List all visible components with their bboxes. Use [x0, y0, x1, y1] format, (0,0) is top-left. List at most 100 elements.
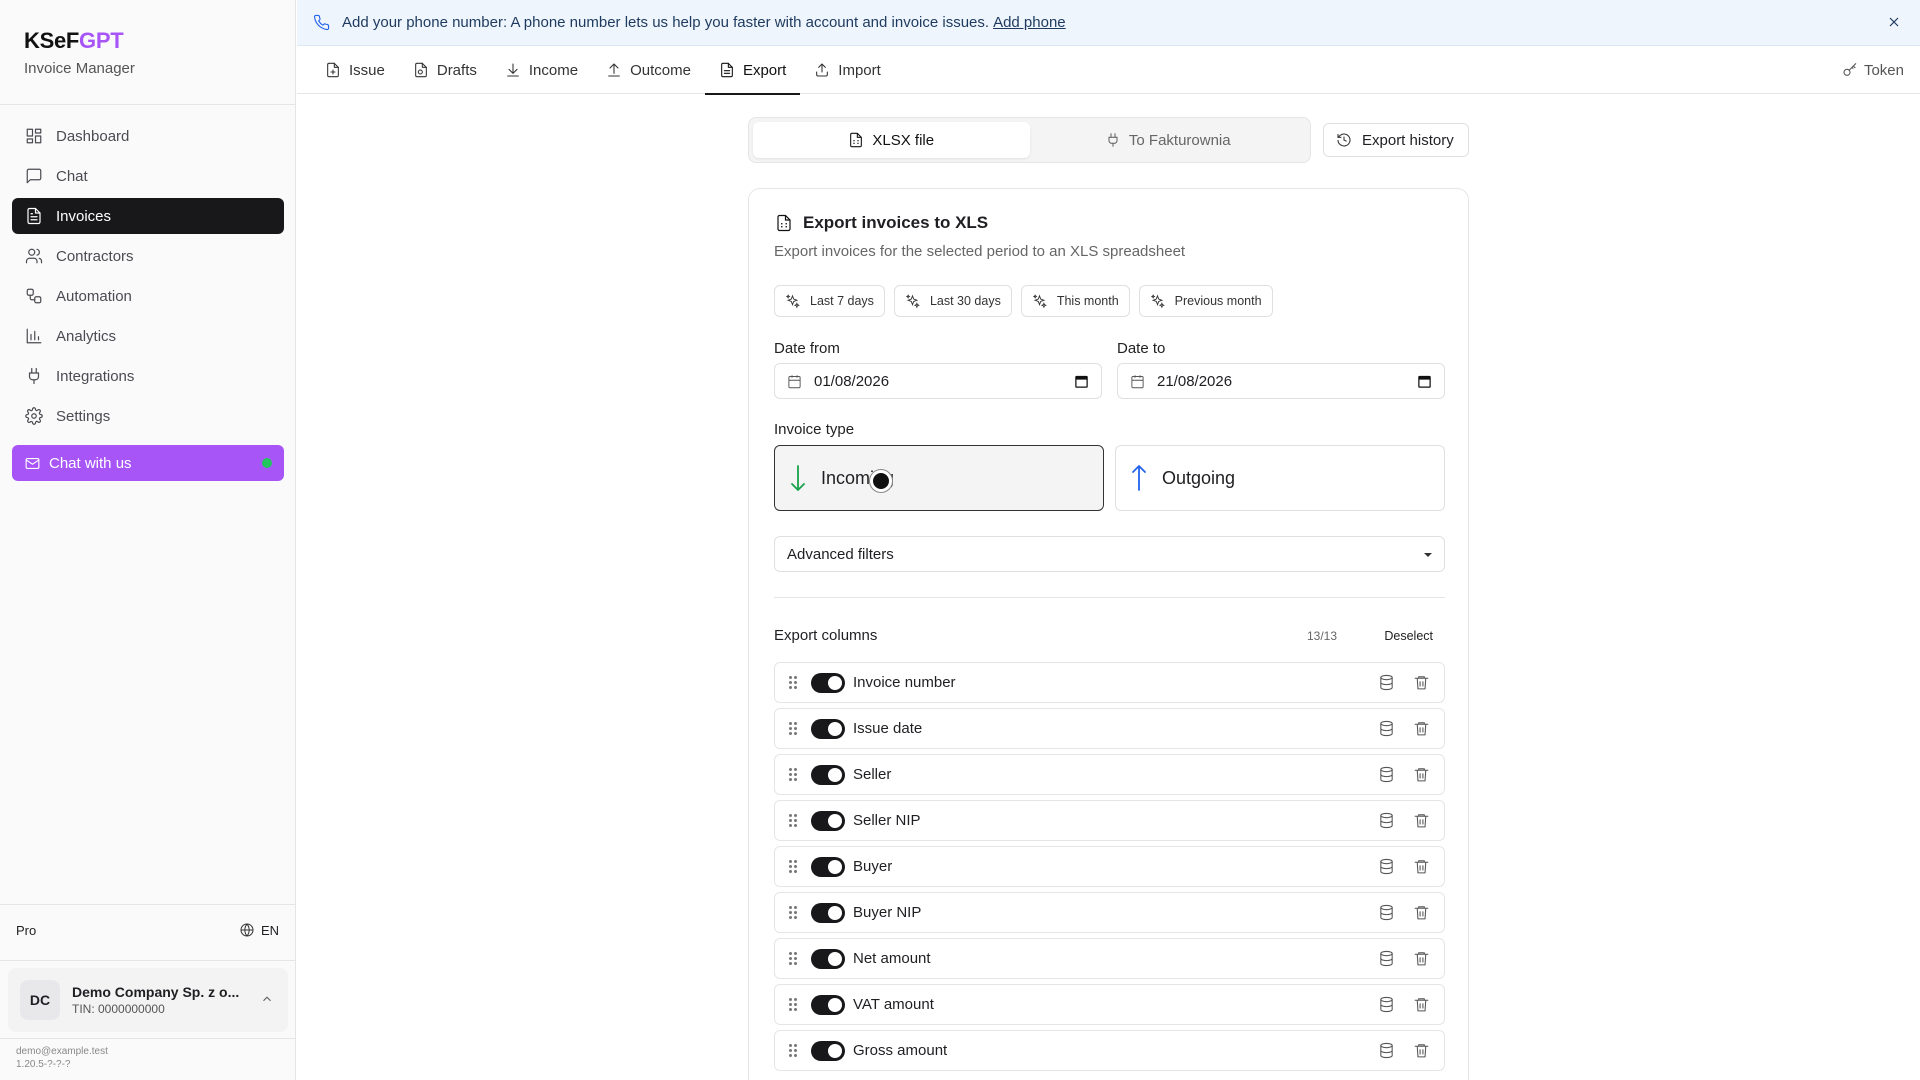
drag-handle-icon[interactable] [789, 905, 797, 920]
incoming-option[interactable]: Incoming [774, 445, 1104, 511]
sidebar-item-dashboard[interactable]: Dashboard [12, 118, 284, 154]
database-icon[interactable] [1378, 996, 1395, 1013]
trash-icon[interactable] [1413, 1042, 1430, 1059]
trash-icon[interactable] [1413, 996, 1430, 1013]
tab-import[interactable]: Import [800, 46, 895, 94]
invoice-type-label: Invoice type [774, 421, 855, 438]
trash-icon[interactable] [1413, 674, 1430, 691]
trash-icon[interactable] [1413, 904, 1430, 921]
tab-income[interactable]: Income [491, 46, 592, 94]
column-toggle[interactable] [811, 764, 845, 785]
date-from-field[interactable]: 01/08/2026 [774, 363, 1102, 399]
column-toggle[interactable] [811, 1040, 845, 1061]
add-phone-link[interactable]: Add phone [993, 14, 1066, 31]
outgoing-option[interactable]: Outgoing [1115, 445, 1445, 511]
trash-icon[interactable] [1413, 720, 1430, 737]
export-column-row[interactable]: Seller NIP [774, 800, 1445, 841]
export-column-row[interactable]: Gross amount [774, 1030, 1445, 1071]
drag-handle-icon[interactable] [789, 675, 797, 690]
brand-logo[interactable]: KSeFGPT [24, 28, 135, 54]
sidebar-item-invoices[interactable]: Invoices [12, 198, 284, 234]
chat-with-us-button[interactable]: Chat with us [12, 445, 284, 481]
mail-icon [25, 457, 40, 469]
column-toggle[interactable] [811, 672, 845, 693]
invoice-icon [24, 206, 44, 226]
trash-icon[interactable] [1413, 812, 1430, 829]
sidebar-item-chat[interactable]: Chat [12, 158, 284, 194]
column-toggle[interactable] [811, 902, 845, 923]
export-column-row[interactable]: Net amount [774, 938, 1445, 979]
last-30-days-button[interactable]: Last 30 days [893, 285, 1012, 317]
avatar: DC [20, 980, 60, 1020]
sidebar-item-contractors[interactable]: Contractors [12, 238, 284, 274]
sidebar-item-settings[interactable]: Settings [12, 398, 284, 434]
column-toggle[interactable] [811, 948, 845, 969]
database-icon[interactable] [1378, 766, 1395, 783]
drag-handle-icon[interactable] [789, 813, 797, 828]
to-fakturownia-option[interactable]: To Fakturownia [1030, 122, 1307, 158]
column-toggle[interactable] [811, 718, 845, 739]
this-month-button[interactable]: This month [1020, 285, 1130, 317]
history-icon [1337, 133, 1351, 147]
tab-outcome[interactable]: Outcome [592, 46, 705, 94]
token-button[interactable]: Token [1842, 46, 1904, 94]
trash-icon[interactable] [1413, 950, 1430, 967]
tab-issue[interactable]: Issue [311, 46, 399, 94]
company-name: Demo Company Sp. z o... [72, 984, 240, 1000]
column-toggle[interactable] [811, 856, 845, 877]
import-icon [816, 63, 829, 77]
sidebar-item-automation[interactable]: Automation [12, 278, 284, 314]
sidebar-divider [0, 1038, 295, 1039]
quick-range-label: Last 30 days [929, 294, 1001, 308]
xlsx-file-option[interactable]: XLSX file [753, 122, 1030, 158]
column-toggle[interactable] [811, 994, 845, 1015]
export-history-label: Export history [1362, 131, 1454, 149]
drag-handle-icon[interactable] [789, 951, 797, 966]
sidebar: KSeFGPT Invoice Manager Dashboard Chat I… [0, 0, 296, 1080]
sidebar-item-label: Integrations [56, 367, 135, 385]
database-icon[interactable] [1378, 858, 1395, 875]
tab-drafts[interactable]: Drafts [399, 46, 491, 94]
calendar-picker-icon[interactable] [1417, 374, 1432, 389]
calendar-picker-icon[interactable] [1074, 374, 1089, 389]
export-column-row[interactable]: VAT amount [774, 984, 1445, 1025]
close-icon[interactable] [1886, 14, 1902, 30]
trash-icon[interactable] [1413, 766, 1430, 783]
export-column-row[interactable]: Buyer [774, 846, 1445, 887]
sparkles-icon [905, 293, 920, 308]
date-to-field[interactable]: 21/08/2026 [1117, 363, 1445, 399]
drag-handle-icon[interactable] [789, 767, 797, 782]
drag-handle-icon[interactable] [789, 997, 797, 1012]
tab-export[interactable]: Export [704, 46, 801, 95]
export-column-row[interactable]: Seller [774, 754, 1445, 795]
export-column-row[interactable]: Invoice number [774, 662, 1445, 703]
drag-handle-icon[interactable] [789, 1043, 797, 1058]
last-7-days-button[interactable]: Last 7 days [774, 285, 885, 317]
database-icon[interactable] [1378, 674, 1395, 691]
drag-handle-icon[interactable] [789, 859, 797, 874]
outgoing-label: Outgoing [1162, 467, 1236, 488]
calendar-icon [788, 374, 801, 388]
export-history-button[interactable]: Export history [1323, 123, 1469, 157]
database-icon[interactable] [1378, 950, 1395, 967]
language-switcher[interactable]: EN [239, 922, 279, 938]
database-icon[interactable] [1378, 1042, 1395, 1059]
footer-meta: demo@example.test 1.20.5-?-?-? [16, 1045, 108, 1071]
advanced-filters-dropdown[interactable]: Advanced filters [774, 536, 1445, 572]
database-icon[interactable] [1378, 812, 1395, 829]
deselect-button[interactable]: Deselect [1384, 629, 1433, 643]
database-icon[interactable] [1378, 720, 1395, 737]
export-column-row[interactable]: Issue date [774, 708, 1445, 749]
column-name: Buyer [853, 858, 893, 875]
sidebar-item-analytics[interactable]: Analytics [12, 318, 284, 354]
export-column-row[interactable]: Buyer NIP [774, 892, 1445, 933]
company-switcher[interactable]: DC Demo Company Sp. z o... TIN: 00000000… [8, 968, 288, 1032]
sidebar-item-integrations[interactable]: Integrations [12, 358, 284, 394]
trash-icon[interactable] [1413, 858, 1430, 875]
column-toggle[interactable] [811, 810, 845, 831]
drag-handle-icon[interactable] [789, 721, 797, 736]
columns-count: 13/13 [1306, 628, 1337, 643]
previous-month-button[interactable]: Previous month [1138, 285, 1273, 317]
database-icon[interactable] [1378, 904, 1395, 921]
advanced-filters-label: Advanced filters [787, 545, 894, 563]
